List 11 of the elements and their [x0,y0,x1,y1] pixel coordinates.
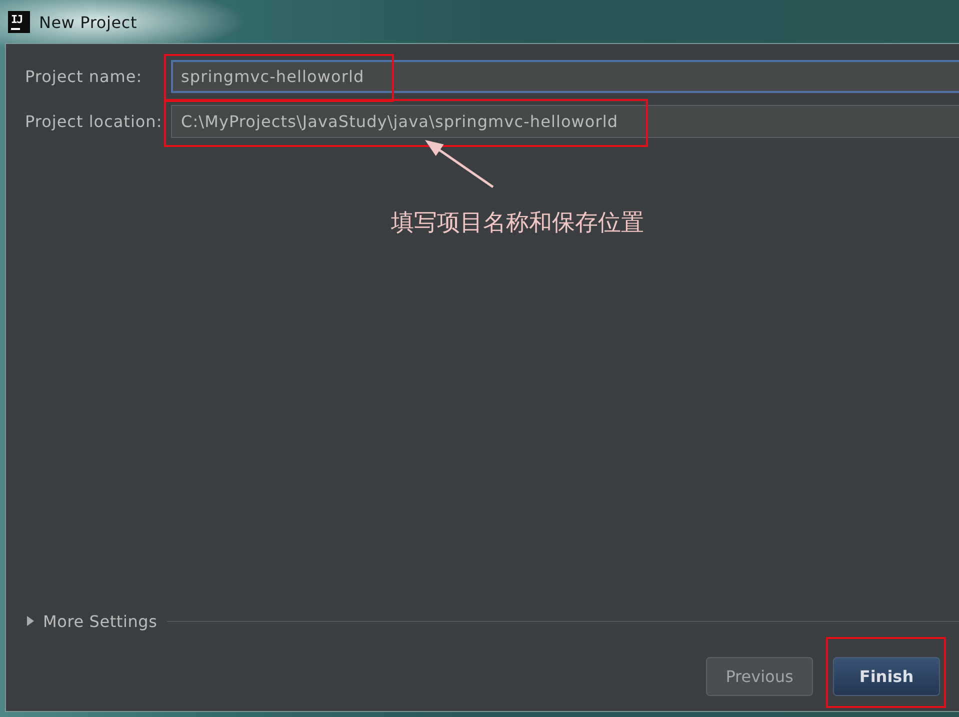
text-field[interactable]: C:\MyProjects\JavaStudy\java\springmvc-helloworld [171,105,959,138]
callout-text: 填写项目名称和保存位置 [391,209,644,238]
finish-button[interactable]: Finish [833,657,940,696]
previous-button[interactable]: Previous [706,657,813,696]
more-settings-toggle[interactable]: More Settings [27,612,158,630]
app-logo: IJ [8,11,30,33]
disclosure-triangle-icon[interactable] [27,616,34,626]
text-field[interactable]: springmvc-helloworld [171,60,959,93]
field-label: Project name: [25,67,144,86]
field-label: Project location: [25,112,164,131]
window-title: New Project [39,12,138,32]
